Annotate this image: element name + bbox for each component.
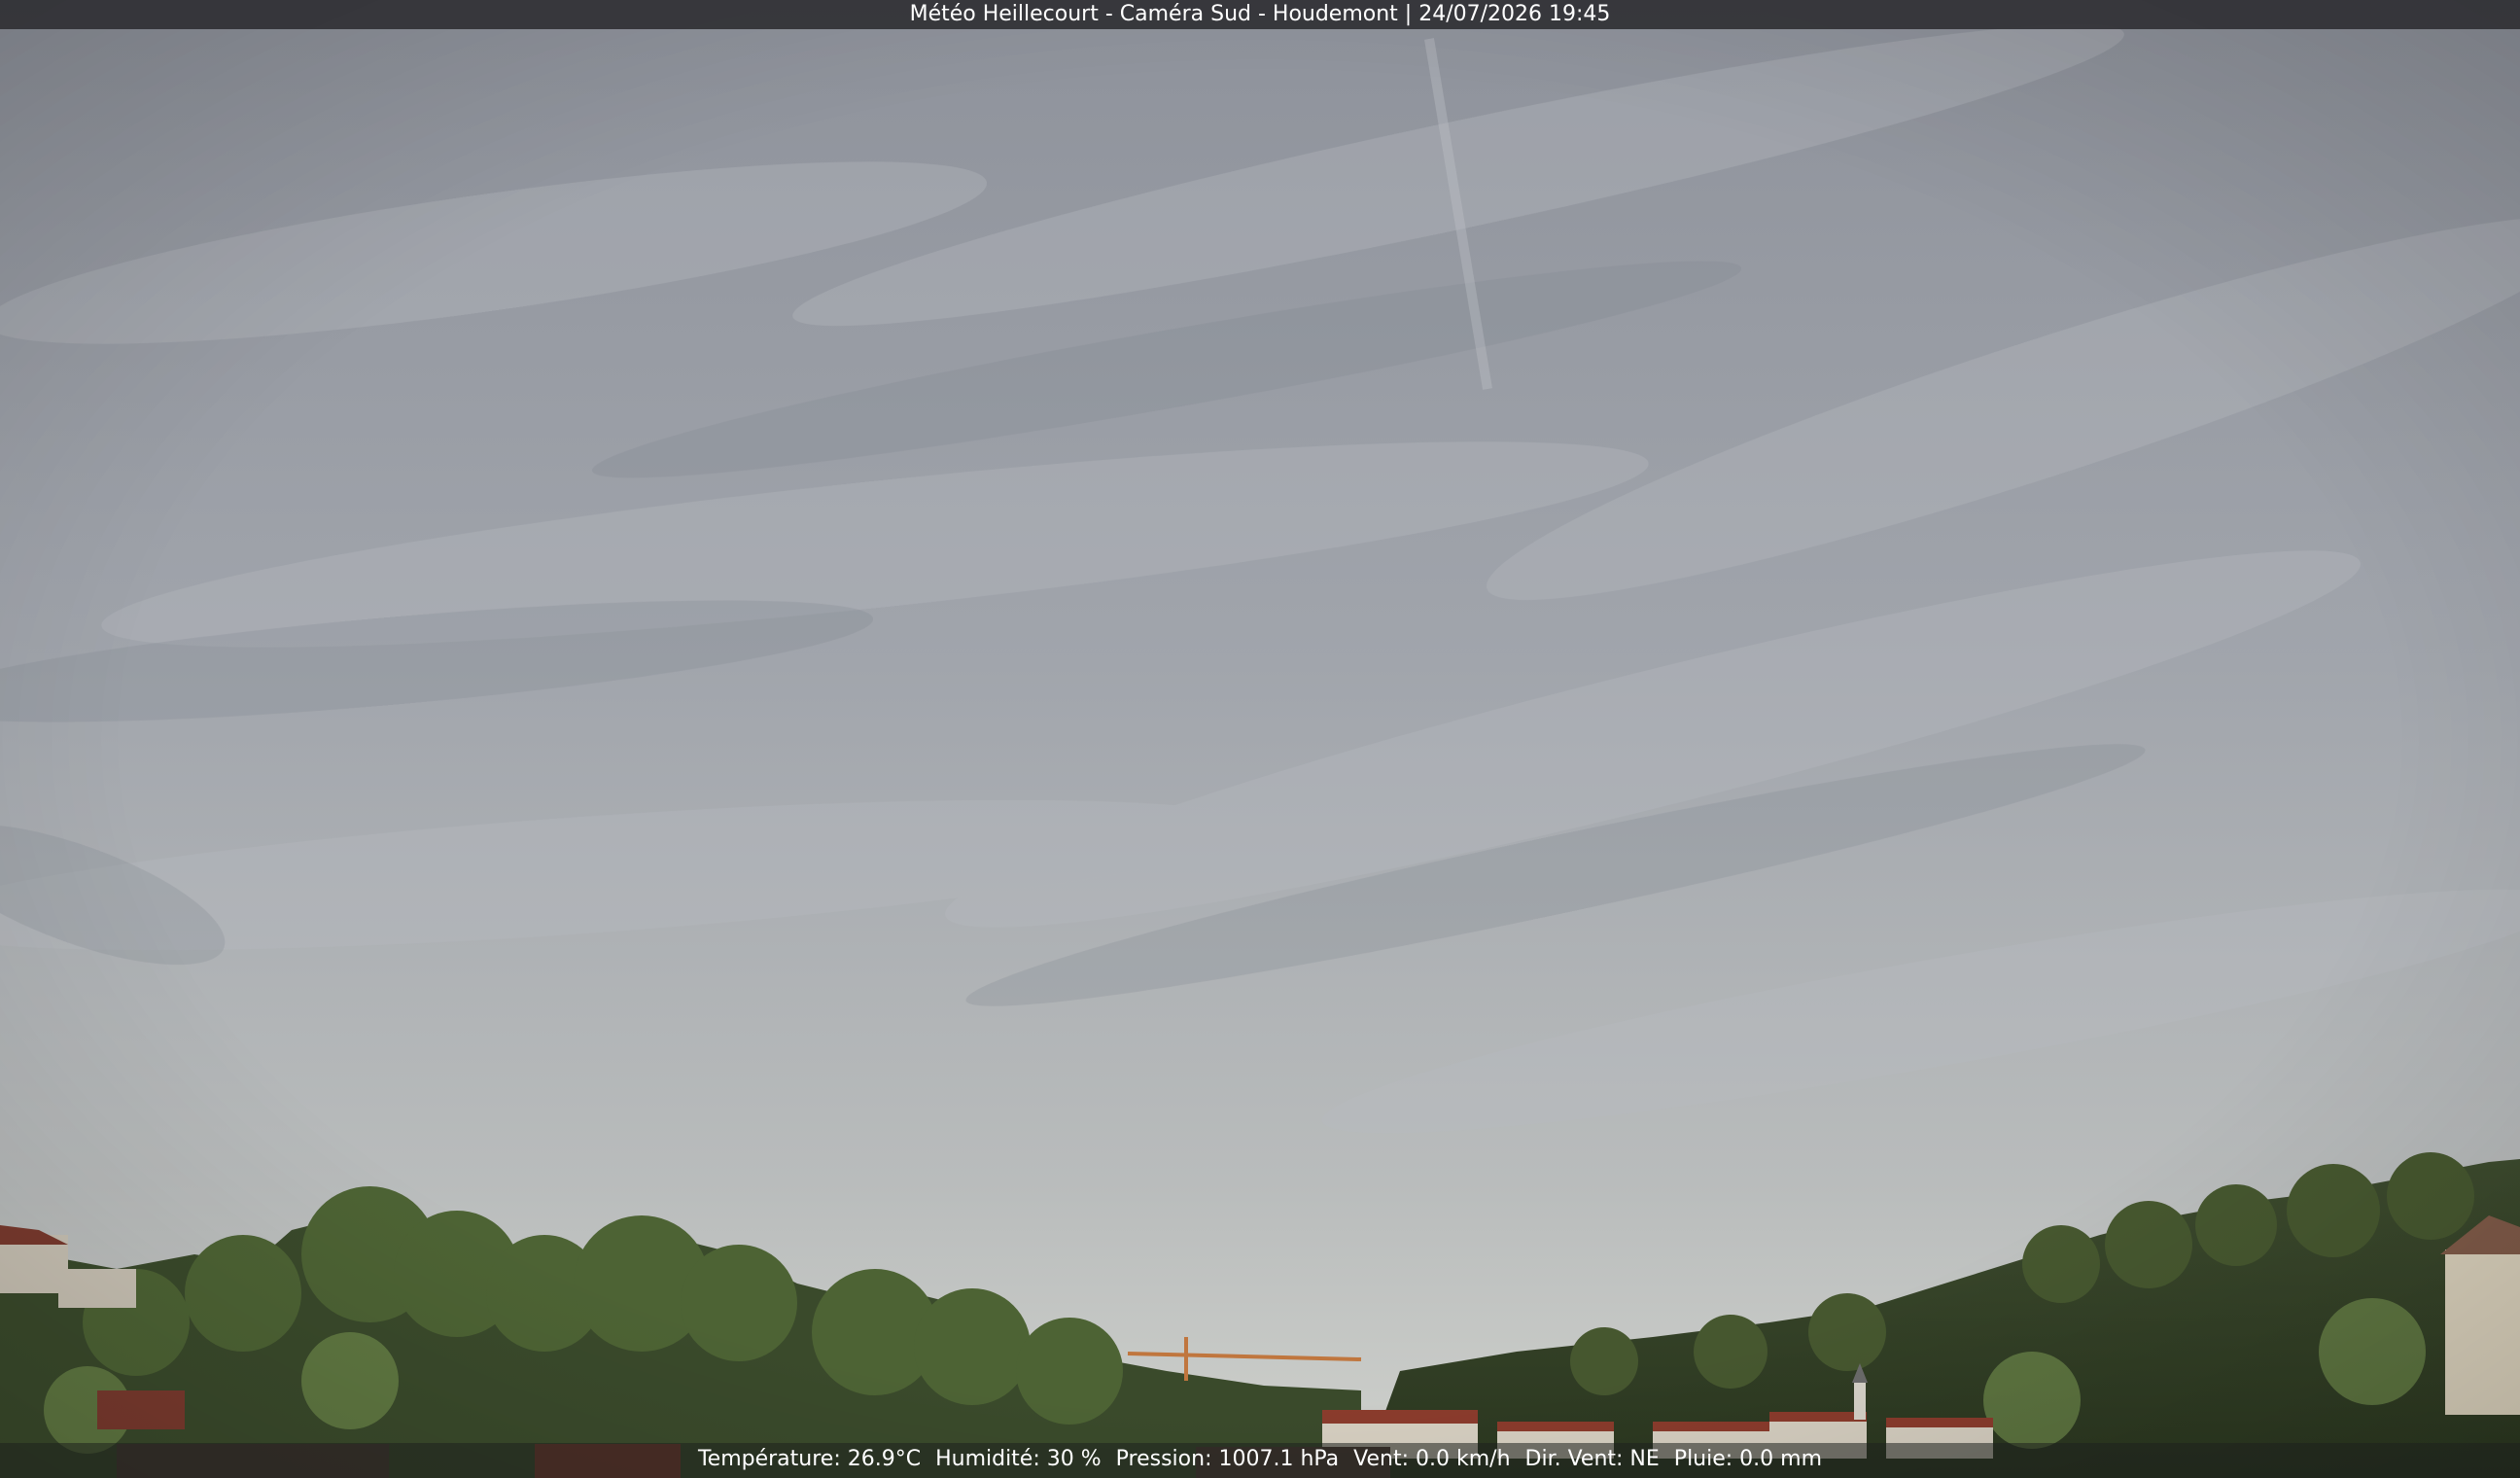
weather-readout-bar: Température: 26.9°C Humidité: 30 % Press… [0,1443,2520,1478]
rain-readout: Pluie: 0.0 mm [1673,1447,1823,1471]
webcam-image [0,0,2520,1478]
wind-speed-readout: Vent: 0.0 km/h [1353,1447,1511,1471]
humidity-readout: Humidité: 30 % [935,1447,1102,1471]
vignette [0,0,2520,1478]
pressure-readout: Pression: 1007.1 hPa [1115,1447,1340,1471]
camera-title: Météo Heillecourt - Caméra Sud - Houdemo… [909,2,1611,26]
wind-direction-readout: Dir. Vent: NE [1524,1447,1660,1471]
temperature-readout: Température: 26.9°C [697,1447,922,1471]
camera-title-bar: Météo Heillecourt - Caméra Sud - Houdemo… [0,0,2520,29]
webcam-frame: Météo Heillecourt - Caméra Sud - Houdemo… [0,0,2520,1478]
